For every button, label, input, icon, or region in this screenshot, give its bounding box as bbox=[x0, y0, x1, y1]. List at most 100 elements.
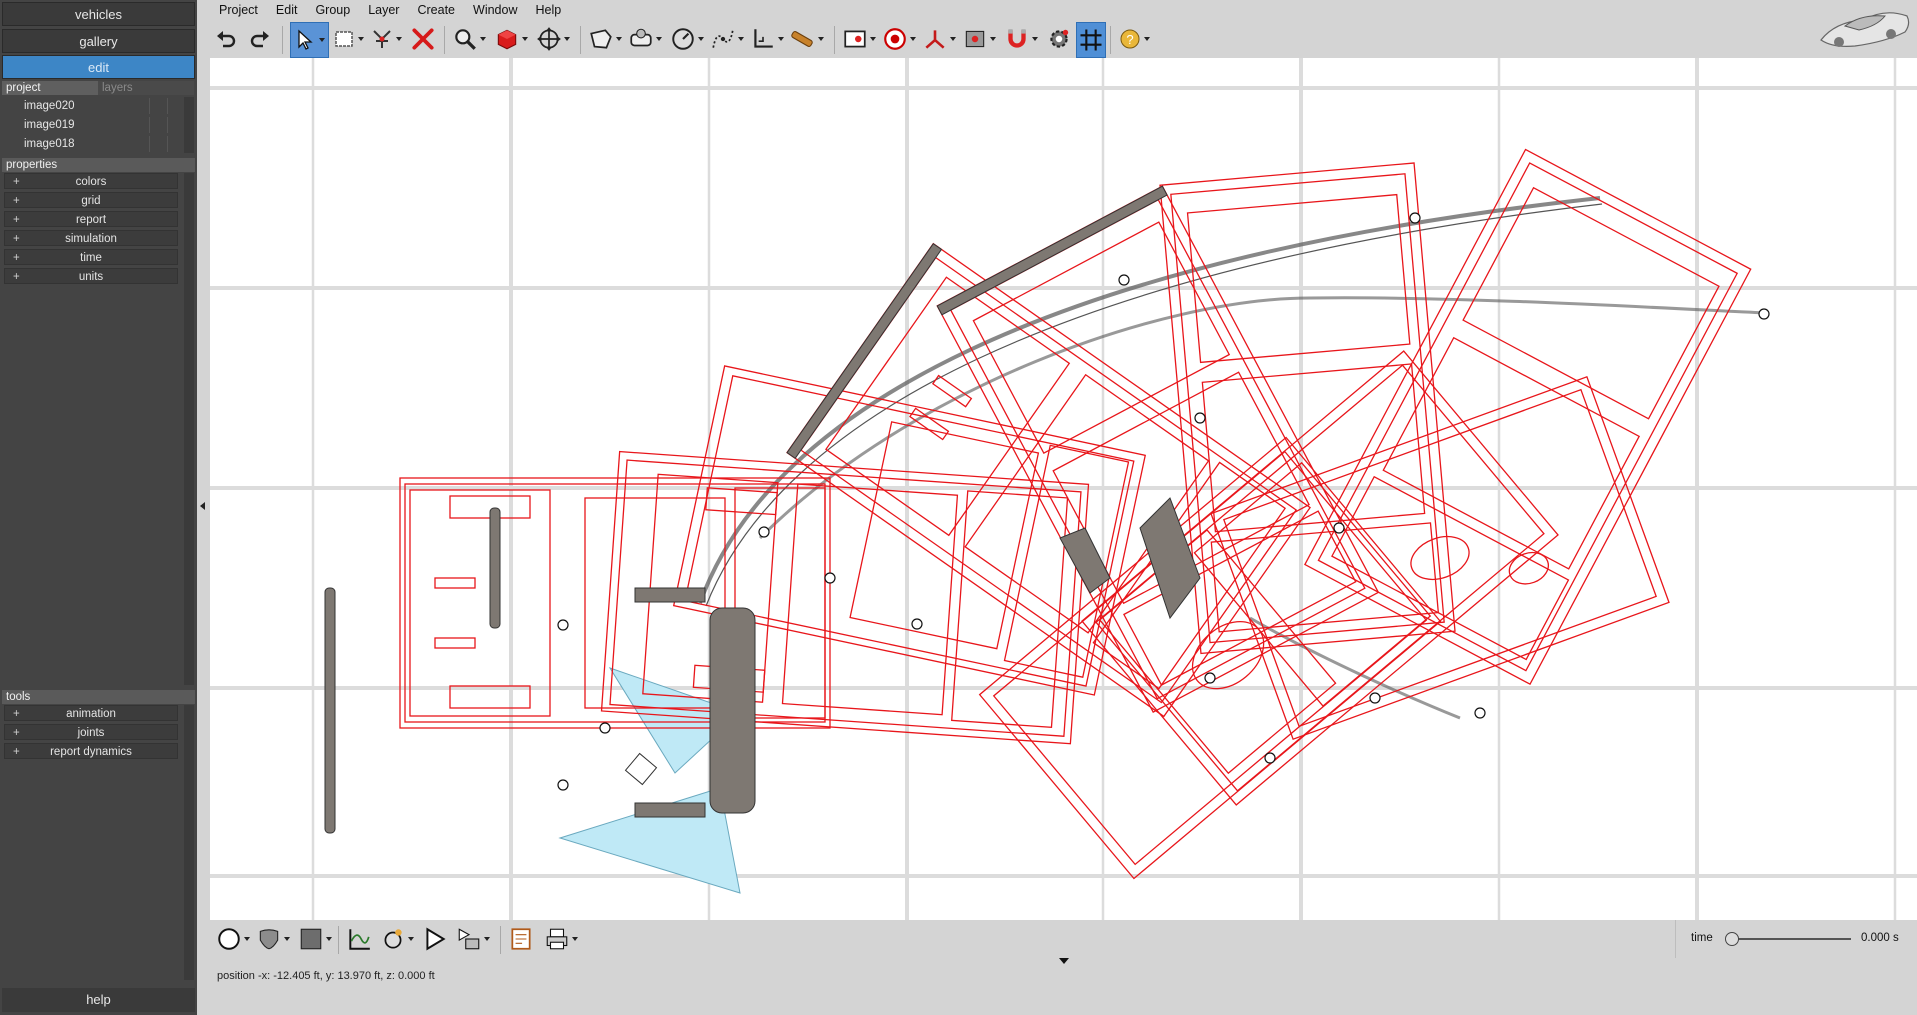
expand-icon: + bbox=[13, 233, 20, 245]
tool-label: report dynamics bbox=[50, 746, 132, 758]
graph-icon[interactable] bbox=[346, 922, 372, 956]
layer-label: image019 bbox=[24, 119, 75, 131]
menu-window[interactable]: Window bbox=[464, 0, 526, 20]
property-label: grid bbox=[81, 195, 101, 207]
expand-icon: + bbox=[13, 176, 20, 188]
bottom-toolbar bbox=[210, 920, 1917, 1015]
left-panel: vehicles gallery edit project layers ima… bbox=[0, 0, 197, 1015]
select-arrow-icon[interactable] bbox=[290, 22, 329, 58]
edit-button[interactable]: edit bbox=[2, 55, 195, 79]
rectangle-select-icon[interactable] bbox=[332, 22, 365, 56]
properties-header: properties bbox=[2, 158, 195, 172]
property-colors[interactable]: + colors bbox=[4, 173, 178, 189]
expand-bottom-panel-icon[interactable] bbox=[1058, 956, 1070, 966]
expand-icon: + bbox=[13, 708, 20, 720]
time-control: time 0.000 s bbox=[1675, 920, 1917, 958]
circle-icon[interactable] bbox=[216, 922, 251, 956]
layer-toggle-cells[interactable] bbox=[149, 136, 185, 152]
expand-icon: + bbox=[13, 214, 20, 226]
tool-animation[interactable]: + animation bbox=[4, 705, 178, 721]
layers-scrollbar[interactable] bbox=[184, 97, 194, 153]
shape-icon[interactable] bbox=[588, 22, 623, 56]
tool-label: joints bbox=[77, 727, 105, 739]
menu-edit[interactable]: Edit bbox=[267, 0, 307, 20]
menu-help[interactable]: Help bbox=[526, 0, 570, 20]
menu-layer[interactable]: Layer bbox=[359, 0, 408, 20]
zoom-icon[interactable] bbox=[452, 22, 487, 56]
help-button[interactable]: help bbox=[2, 988, 195, 1012]
measure-icon[interactable] bbox=[788, 22, 825, 56]
status-position: position -x: -12.405 ft, y: 13.970 ft, z… bbox=[217, 970, 435, 982]
tab-layers[interactable]: layers bbox=[98, 81, 194, 95]
square-icon[interactable] bbox=[298, 922, 333, 956]
menu-bar: Project Edit Group Layer Create Window H… bbox=[210, 0, 570, 20]
undo-icon[interactable] bbox=[214, 22, 238, 56]
gauge-icon[interactable] bbox=[670, 22, 705, 56]
svg-text:?: ? bbox=[1126, 32, 1133, 47]
menu-project[interactable]: Project bbox=[210, 0, 267, 20]
magnet-icon[interactable] bbox=[1004, 22, 1039, 56]
print-icon[interactable] bbox=[544, 922, 579, 956]
collapse-panel-icon[interactable] bbox=[198, 496, 208, 516]
layer-row-image019[interactable]: image019 bbox=[2, 116, 185, 134]
layer-row-image020[interactable]: image020 bbox=[2, 97, 185, 115]
shield-icon[interactable] bbox=[256, 922, 291, 956]
camera-icon[interactable] bbox=[380, 922, 415, 956]
property-label: time bbox=[80, 252, 102, 264]
axes-icon[interactable] bbox=[750, 22, 785, 56]
property-units[interactable]: + units bbox=[4, 268, 178, 284]
project-layers-tabs: project layers bbox=[2, 81, 194, 95]
pan-icon[interactable] bbox=[536, 22, 571, 56]
vehicle-outlines bbox=[399, 148, 1752, 880]
layer-label: image020 bbox=[24, 100, 75, 112]
target-frame-icon[interactable] bbox=[842, 22, 877, 56]
property-report[interactable]: + report bbox=[4, 211, 178, 227]
time-slider-handle[interactable] bbox=[1725, 932, 1739, 946]
report-icon[interactable] bbox=[508, 922, 534, 956]
grid-icon[interactable] bbox=[1076, 22, 1106, 58]
app-logo-car-icon bbox=[1820, 12, 1910, 47]
menu-group[interactable]: Group bbox=[306, 0, 359, 20]
help-icon[interactable]: ? bbox=[1118, 22, 1151, 56]
layer-toggle-cells[interactable] bbox=[149, 117, 185, 133]
curve-icon[interactable] bbox=[710, 22, 745, 56]
vehicles-button[interactable]: vehicles bbox=[2, 2, 195, 26]
image-icon[interactable] bbox=[962, 22, 997, 56]
tools-header: tools bbox=[2, 690, 195, 704]
property-grid[interactable]: + grid bbox=[4, 192, 178, 208]
redo-icon[interactable] bbox=[248, 22, 272, 56]
expand-icon: + bbox=[13, 727, 20, 739]
gallery-button[interactable]: gallery bbox=[2, 29, 195, 53]
record-icon[interactable] bbox=[882, 22, 917, 56]
expand-icon: + bbox=[13, 271, 20, 283]
time-value: 0.000 s bbox=[1861, 932, 1899, 944]
tab-project[interactable]: project bbox=[2, 81, 98, 95]
tool-label: animation bbox=[66, 708, 116, 720]
property-label: units bbox=[78, 271, 104, 283]
tool-joints[interactable]: + joints bbox=[4, 724, 178, 740]
stamp-icon[interactable] bbox=[628, 22, 663, 56]
properties-scrollbar[interactable] bbox=[184, 173, 194, 685]
time-label: time bbox=[1691, 932, 1713, 944]
tools-scrollbar[interactable] bbox=[184, 705, 194, 980]
vehicle-windshields bbox=[324, 185, 1201, 834]
property-label: simulation bbox=[65, 233, 117, 245]
property-time[interactable]: + time bbox=[4, 249, 178, 265]
frames-icon[interactable] bbox=[456, 922, 491, 956]
delete-icon[interactable] bbox=[410, 22, 436, 56]
menu-create[interactable]: Create bbox=[408, 0, 464, 20]
scene-drawing[interactable] bbox=[210, 58, 1917, 920]
settings-icon[interactable] bbox=[1046, 22, 1072, 56]
layer-toggle-cells[interactable] bbox=[149, 98, 185, 114]
property-label: report bbox=[75, 214, 107, 226]
vector-icon[interactable] bbox=[922, 22, 957, 56]
diagram-canvas[interactable] bbox=[210, 58, 1917, 920]
tool-report-dynamics[interactable]: + report dynamics bbox=[4, 743, 178, 759]
layer-row-image018[interactable]: image018 bbox=[2, 135, 185, 153]
cube-icon[interactable] bbox=[494, 22, 529, 56]
time-slider-track[interactable] bbox=[1731, 938, 1851, 940]
play-icon[interactable] bbox=[422, 922, 448, 956]
split-icon[interactable] bbox=[370, 22, 403, 56]
property-simulation[interactable]: + simulation bbox=[4, 230, 178, 246]
expand-icon: + bbox=[13, 252, 20, 264]
